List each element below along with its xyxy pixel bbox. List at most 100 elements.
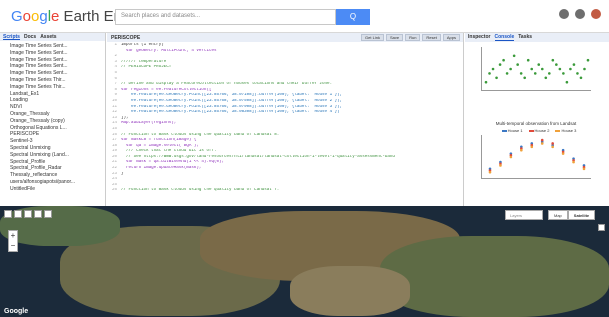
data-point	[484, 80, 488, 84]
data-point	[498, 63, 502, 66]
save-button[interactable]: Save	[385, 34, 404, 41]
tab-inspector[interactable]: Inspector	[468, 34, 491, 41]
land-area	[290, 266, 410, 316]
avatar[interactable]	[591, 9, 601, 19]
script-item[interactable]: Image Time Series Sent...	[4, 70, 101, 77]
zoom-out-button[interactable]: −	[9, 241, 17, 251]
legend-item: House 2	[528, 128, 549, 133]
data-point	[488, 72, 491, 75]
data-point	[499, 164, 502, 167]
chart-2-title: Multi-temporal observation from Landsat	[495, 121, 577, 126]
data-point	[530, 67, 534, 71]
data-point	[540, 67, 544, 71]
script-item[interactable]: Landsat_Ex1	[4, 91, 101, 98]
data-point	[569, 67, 572, 71]
land-area	[380, 236, 609, 317]
point-tool-icon[interactable]	[14, 210, 22, 218]
map-type-map-button[interactable]: Map	[548, 210, 568, 220]
apps-button[interactable]: Apps	[442, 34, 460, 41]
fullscreen-icon[interactable]	[598, 224, 605, 231]
data-point	[520, 148, 523, 152]
data-point	[509, 67, 512, 71]
chart-1	[481, 47, 591, 91]
data-point	[523, 76, 526, 80]
data-point	[537, 63, 541, 66]
script-item[interactable]: Spectral_Profile	[4, 159, 101, 166]
search-button[interactable]: Q	[336, 9, 370, 25]
code-line: 26// Function to mask clouds using the q…	[111, 188, 280, 193]
data-point	[530, 145, 534, 149]
script-item[interactable]: users/alfonsogiapotsi/panor...	[4, 179, 101, 186]
data-point	[551, 145, 554, 149]
legend-item: House 1	[501, 128, 523, 133]
data-point	[548, 72, 551, 75]
tab-assets[interactable]: Assets	[40, 34, 56, 40]
script-item[interactable]: UntitledFile	[4, 186, 101, 193]
rectangle-tool-icon[interactable]	[44, 210, 52, 218]
shape-tool-icon[interactable]	[34, 210, 42, 218]
data-point	[583, 67, 586, 71]
tab-tasks[interactable]: Tasks	[518, 34, 532, 41]
data-point	[512, 54, 516, 58]
google-watermark: Google	[4, 308, 29, 315]
script-item[interactable]: Loading	[4, 97, 101, 104]
script-item[interactable]: Orange_Thessaly (copy)	[4, 118, 101, 125]
script-item[interactable]: PERISCOPE	[4, 131, 101, 138]
run-button[interactable]: Run	[405, 34, 421, 41]
reset-button[interactable]: Reset	[422, 34, 441, 41]
data-point	[565, 80, 569, 84]
script-item[interactable]: Spectral_Profile_Radar	[4, 165, 101, 172]
help-icon[interactable]	[559, 9, 569, 19]
hand-tool-icon[interactable]	[4, 210, 12, 218]
data-point	[562, 72, 565, 75]
data-point	[540, 138, 544, 142]
script-item[interactable]: Orthogonal Equations L...	[4, 125, 101, 132]
data-point	[572, 160, 575, 164]
script-item[interactable]: Spectral Unmixing (Land...	[4, 152, 101, 159]
script-item[interactable]: Image Time Series Sent...	[4, 43, 101, 50]
tab-scripts[interactable]: Scripts	[3, 34, 20, 40]
data-point	[586, 58, 590, 62]
data-point	[558, 67, 562, 71]
tab-console[interactable]: Console	[494, 34, 515, 41]
console-panel: Inspector Console Tasks Multi-temporal o…	[465, 33, 609, 206]
script-item[interactable]: NDVI	[4, 104, 101, 111]
script-tree: Image Time Series Sent... Image Time Seri…	[0, 41, 105, 195]
zoom-control: + −	[8, 230, 18, 252]
editor-title: PERISCOPE	[111, 35, 141, 41]
layers-button[interactable]: Layers	[505, 210, 543, 220]
code-editor[interactable]: 1 Imports (1 entry) var geometry: MultiPo…	[107, 43, 464, 206]
tab-docs[interactable]: Docs	[24, 34, 36, 40]
script-item[interactable]: Thessaly_reflectance	[4, 172, 101, 179]
script-item[interactable]: Orange_Thessaly	[4, 111, 101, 118]
data-point	[579, 76, 583, 80]
chart-2	[481, 135, 591, 179]
data-point	[551, 142, 554, 145]
script-item[interactable]: Image Time Series Sent...	[4, 50, 101, 57]
search-input[interactable]: Search places and datasets...	[115, 9, 336, 25]
script-item[interactable]: Image Time Series Sent...	[4, 57, 101, 64]
legend-item: House 3	[555, 128, 576, 133]
chart-2-legend: House 1 House 2 House 3	[479, 128, 599, 133]
script-item[interactable]: Sentinel-3	[4, 138, 101, 145]
data-point	[502, 58, 505, 62]
map-type-satellite-button[interactable]: Satellite	[567, 210, 596, 220]
script-item[interactable]: Image Time Series Thir...	[4, 84, 101, 91]
script-item[interactable]: Image Time Series Thir...	[4, 77, 101, 84]
script-item[interactable]: Image Time Series Sent...	[4, 63, 101, 70]
get-link-button[interactable]: Get Link	[361, 34, 384, 41]
data-point	[576, 72, 579, 75]
code-editor-panel: PERISCOPE Get Link Save Run Reset Apps 1…	[107, 33, 464, 206]
data-point	[491, 67, 495, 71]
map-view[interactable]: + − Layers Map Satellite Google	[0, 206, 609, 317]
script-item[interactable]: Spectral Unmixing	[4, 145, 101, 152]
zoom-in-button[interactable]: +	[9, 231, 17, 241]
line-tool-icon[interactable]	[24, 210, 32, 218]
data-point	[505, 72, 509, 75]
data-point	[551, 58, 555, 62]
data-point	[561, 152, 565, 155]
data-point	[555, 63, 558, 66]
apps-icon[interactable]	[575, 9, 585, 19]
scripts-panel: Scripts Docs Assets Image Time Series Se…	[0, 33, 106, 206]
data-point	[519, 72, 523, 75]
